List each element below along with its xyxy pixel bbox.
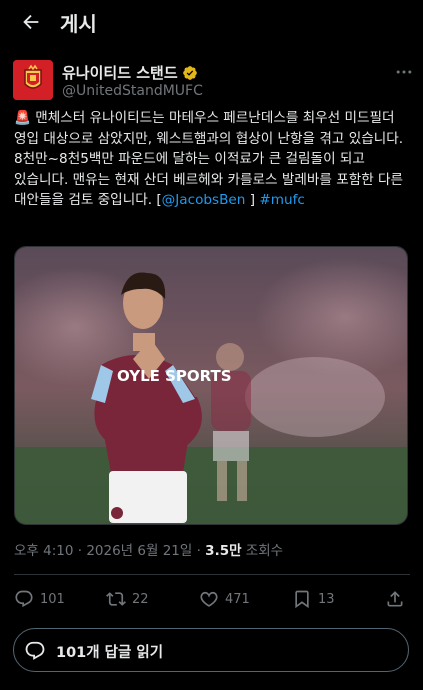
tweet-bracket: ] [245,192,260,209]
read-replies-label: 101개 답글 읽기 [56,645,164,661]
views-label: 조회수 [241,543,284,559]
share-button[interactable] [385,589,405,609]
share-icon [387,591,403,607]
retweet-icon [106,592,126,606]
retweet-count: 22 [132,591,149,607]
read-replies-button[interactable]: 101개 답글 읽기 [13,628,409,672]
hashtag-link[interactable]: #mufc [259,192,305,208]
mention-link[interactable]: @JacobsBen [162,192,246,208]
tweet-actions: 101 22 471 13 [0,585,423,619]
page-title: 게시 [60,12,97,36]
player-photo-image: OYLE SPORTS [15,247,407,524]
views-count: 3.5만 [205,543,242,559]
reply-bubble-icon [25,641,45,660]
like-button[interactable]: 471 [199,589,250,609]
heart-icon [200,591,218,607]
arrow-left-icon[interactable] [20,11,42,33]
bookmark-icon [295,590,309,609]
avatar[interactable] [13,60,53,100]
reply-count: 101 [40,591,65,607]
verified-badge-icon [182,65,197,80]
tweet-meta: 오후 4:10 · 2026년 6월 21일 · 3.5만 조회수 [14,539,283,559]
reply-button[interactable]: 101 [14,589,65,609]
author-display-name[interactable]: 유나이티드 스탠드 [62,62,178,83]
author-handle[interactable]: @UnitedStandMUFC [62,83,203,99]
divider [14,574,410,575]
retweet-button[interactable]: 22 [106,589,149,609]
like-count: 471 [225,591,250,607]
bookmark-button[interactable]: 13 [292,589,335,609]
tweet-media-photo[interactable]: OYLE SPORTS [14,246,408,525]
reply-icon [15,590,33,608]
more-options-icon[interactable] [394,62,414,82]
tweet-text: 🚨 맨체스터 유나이티드는 마테우스 페르난데스를 최우선 미드필더 영입 대상… [14,108,410,211]
bookmark-count: 13 [318,591,335,607]
tweet-author: 유나이티드 스탠드 @UnitedStandMUFC [13,60,413,104]
tweet-timestamp[interactable]: 오후 4:10 · 2026년 6월 21일 · [14,543,205,559]
club-crest-icon [13,60,53,100]
top-bar: 게시 [0,0,423,44]
sponsor-text: OYLE SPORTS [117,367,232,385]
